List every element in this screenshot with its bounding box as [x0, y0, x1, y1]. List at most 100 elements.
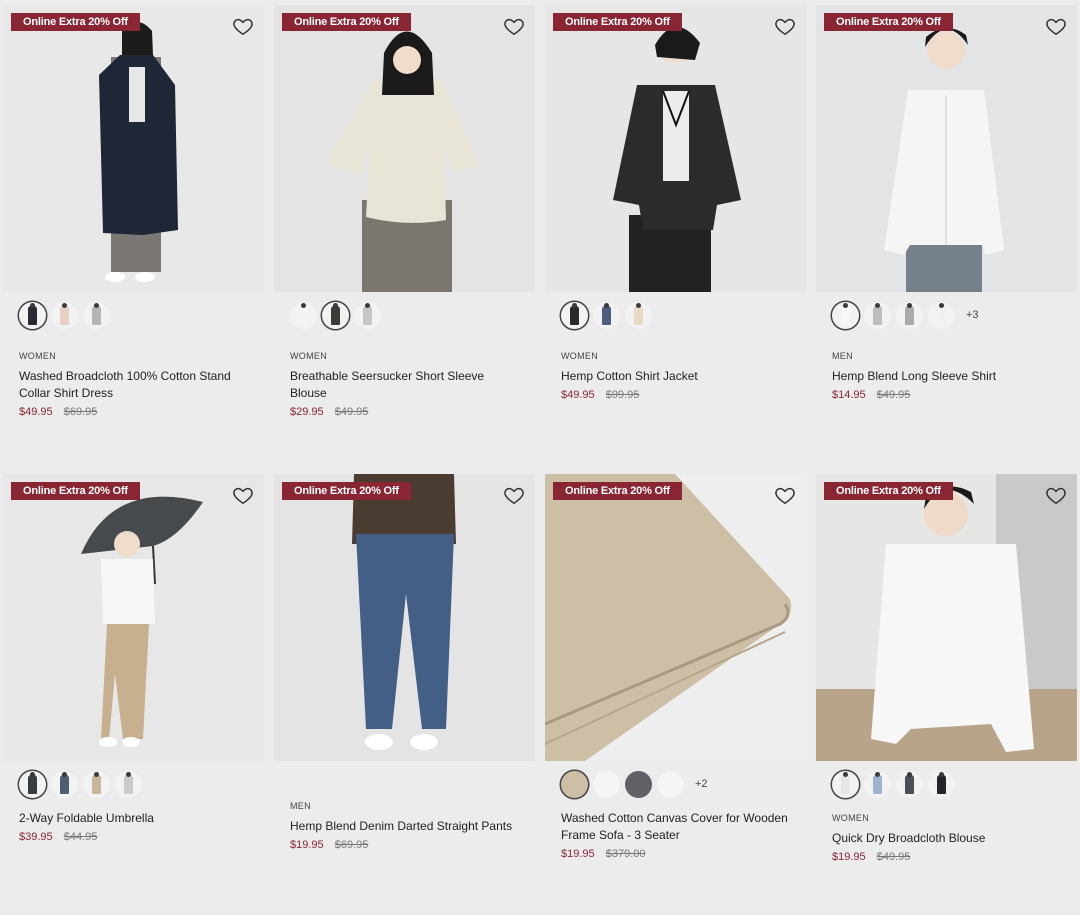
product-card[interactable]: Online Extra 20% Off +2 Washed Cotton Ca… — [545, 474, 806, 860]
promo-badge: Online Extra 20% Off — [824, 13, 953, 31]
price-row: $19.95 $69.95 — [290, 839, 535, 851]
product-image[interactable]: Online Extra 20% Off — [816, 5, 1077, 292]
heart-icon[interactable] — [503, 484, 525, 506]
product-card[interactable]: Online Extra 20% Off WOMEN Breathable Se… — [274, 5, 535, 418]
color-swatch[interactable] — [561, 301, 588, 329]
heart-icon[interactable] — [1045, 484, 1067, 506]
original-price: $49.95 — [334, 406, 369, 418]
product-card[interactable]: Online Extra 20% Off MEN Hemp Blend Deni… — [274, 474, 535, 851]
promo-badge: Online Extra 20% Off — [282, 482, 411, 500]
color-swatch[interactable] — [290, 301, 317, 329]
heart-icon[interactable] — [774, 484, 796, 506]
product-category: WOMEN — [561, 351, 598, 361]
color-swatch[interactable] — [354, 301, 381, 329]
color-swatch[interactable] — [625, 770, 652, 798]
heart-icon[interactable] — [1045, 15, 1067, 37]
color-swatch[interactable] — [832, 301, 859, 329]
color-swatch[interactable] — [19, 770, 46, 798]
color-swatch[interactable] — [83, 301, 110, 329]
product-name[interactable]: Quick Dry Broadcloth Blouse — [832, 830, 1061, 847]
original-price: $49.95 — [876, 851, 911, 863]
model-photo — [81, 496, 203, 747]
product-image[interactable]: Online Extra 20% Off — [545, 474, 806, 761]
product-name[interactable]: Washed Broadcloth 100% Cotton Stand Coll… — [19, 368, 248, 402]
color-swatch[interactable] — [83, 770, 110, 798]
product-name[interactable]: Washed Cotton Canvas Cover for Wooden Fr… — [561, 810, 790, 844]
color-swatch[interactable] — [928, 770, 955, 798]
color-swatches — [19, 301, 264, 329]
promo-badge: Online Extra 20% Off — [553, 13, 682, 31]
product-name[interactable]: Hemp Blend Denim Darted Straight Pants — [290, 818, 519, 835]
heart-icon[interactable] — [503, 15, 525, 37]
product-category: MEN — [290, 801, 311, 811]
product-card[interactable]: Online Extra 20% Off +3 MEN Hemp Blend L… — [816, 5, 1077, 401]
sale-price: $19.95 — [290, 839, 324, 851]
price-row: $49.95 $99.95 — [561, 389, 806, 401]
product-image[interactable]: Online Extra 20% Off — [3, 474, 264, 761]
heart-icon[interactable] — [232, 15, 254, 37]
more-colors-count[interactable]: +2 — [695, 778, 708, 790]
product-card[interactable]: Online Extra 20% Off WOMEN Hemp Cotton S… — [545, 5, 806, 401]
product-image[interactable]: Online Extra 20% Off — [3, 5, 264, 292]
promo-badge: Online Extra 20% Off — [824, 482, 953, 500]
price-row: $39.95 $44.95 — [19, 831, 264, 843]
more-colors-count[interactable]: +3 — [966, 309, 979, 321]
model-photo — [884, 27, 1004, 292]
color-swatch[interactable] — [593, 770, 620, 798]
product-image[interactable]: Online Extra 20% Off — [545, 5, 806, 292]
color-swatch[interactable] — [593, 301, 620, 329]
promo-badge: Online Extra 20% Off — [553, 482, 682, 500]
sale-price: $19.95 — [832, 851, 866, 863]
color-swatch[interactable] — [864, 770, 891, 798]
sale-price: $49.95 — [19, 406, 53, 418]
color-swatches — [561, 301, 806, 329]
price-row: $14.95 $49.95 — [832, 389, 1077, 401]
heart-icon[interactable] — [774, 15, 796, 37]
sale-price: $49.95 — [561, 389, 595, 401]
color-swatch[interactable] — [115, 770, 142, 798]
product-card[interactable]: Online Extra 20% Off WOMEN Quick Dry Bro… — [816, 474, 1077, 863]
color-swatch[interactable] — [928, 301, 955, 329]
sale-price: $19.95 — [561, 848, 595, 860]
color-swatch[interactable] — [51, 301, 78, 329]
color-swatch[interactable] — [896, 770, 923, 798]
color-swatch[interactable] — [561, 770, 588, 798]
color-swatch[interactable] — [19, 301, 46, 329]
product-name[interactable]: Hemp Cotton Shirt Jacket — [561, 368, 790, 385]
color-swatch[interactable] — [51, 770, 78, 798]
product-card[interactable]: Online Extra 20% Off WOMEN Washed Broadc… — [3, 5, 264, 418]
product-category: WOMEN — [290, 351, 327, 361]
color-swatch[interactable] — [322, 301, 349, 329]
promo-badge: Online Extra 20% Off — [11, 482, 140, 500]
product-category: MEN — [832, 351, 853, 361]
product-name[interactable]: Breathable Seersucker Short Sleeve Blous… — [290, 368, 519, 402]
color-swatches — [290, 770, 535, 798]
sale-price: $14.95 — [832, 389, 866, 401]
color-swatch[interactable] — [896, 301, 923, 329]
model-photo — [99, 21, 178, 282]
original-price: $44.95 — [63, 831, 98, 843]
product-card[interactable]: Online Extra 20% Off 2-Way Foldable Umbr… — [3, 474, 264, 843]
product-name[interactable]: 2-Way Foldable Umbrella — [19, 810, 248, 827]
promo-badge: Online Extra 20% Off — [11, 13, 140, 31]
price-row: $29.95 $49.95 — [290, 406, 535, 418]
price-row: $19.95 $49.95 — [832, 851, 1077, 863]
color-swatch[interactable] — [864, 301, 891, 329]
product-name[interactable]: Hemp Blend Long Sleeve Shirt — [832, 368, 1061, 385]
model-photo — [326, 31, 479, 292]
heart-icon[interactable] — [232, 484, 254, 506]
model-photo — [613, 26, 741, 292]
product-image[interactable]: Online Extra 20% Off — [274, 5, 535, 292]
original-price: $69.95 — [334, 839, 369, 851]
color-swatch[interactable] — [625, 301, 652, 329]
product-image[interactable]: Online Extra 20% Off — [274, 474, 535, 761]
color-swatch[interactable] — [657, 770, 684, 798]
model-photo — [352, 474, 456, 750]
original-price: $49.95 — [876, 389, 911, 401]
product-category: WOMEN — [832, 813, 869, 823]
model-photo — [816, 474, 1077, 761]
color-swatch[interactable] — [832, 770, 859, 798]
product-image[interactable]: Online Extra 20% Off — [816, 474, 1077, 761]
sale-price: $39.95 — [19, 831, 53, 843]
original-price: $379.00 — [605, 848, 646, 860]
